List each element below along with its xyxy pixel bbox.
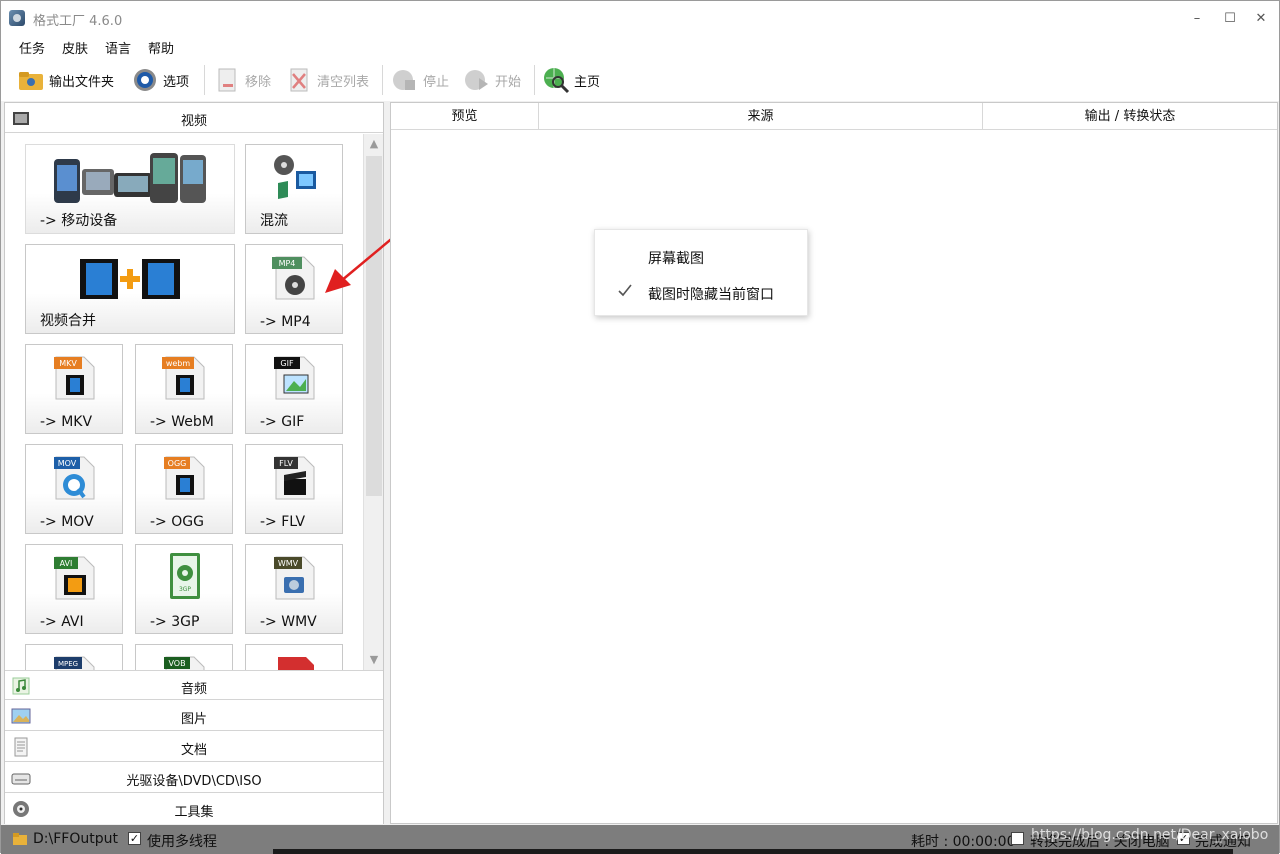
multithread-checkbox[interactable]: ✓ xyxy=(128,832,141,845)
mp4-badge: MP4 xyxy=(279,259,296,268)
tile-vob[interactable]: VOB xyxy=(135,644,233,670)
app-logo-icon xyxy=(9,10,25,26)
stop-icon xyxy=(393,70,415,90)
tile-ogg[interactable]: OGG -> OGG xyxy=(135,444,233,534)
mkv-file-icon: MKV xyxy=(54,356,95,400)
elapsed-time: 耗时 : 00:00:00 xyxy=(911,834,1016,850)
menu-language[interactable]: 语言 xyxy=(105,38,131,57)
tile-webm[interactable]: webm -> WebM xyxy=(135,344,233,434)
mkv-badge: MKV xyxy=(59,359,77,368)
task-list-panel: 预览 来源 输出 / 转换状态 xyxy=(390,102,1278,824)
globe-search-icon xyxy=(544,68,570,94)
flv-file-icon: FLV xyxy=(274,456,315,500)
output-path[interactable]: D:\FFOutput xyxy=(33,831,118,847)
stop-button[interactable]: 停止 xyxy=(391,65,449,95)
category-tools[interactable]: 工具集 xyxy=(5,794,383,824)
category-audio[interactable]: 音频 xyxy=(5,670,383,700)
start-icon xyxy=(465,70,488,90)
context-menu: 屏幕截图 截图时隐藏当前窗口 xyxy=(594,229,808,316)
flv-badge: FLV xyxy=(279,459,293,468)
webm-file-icon: webm xyxy=(162,356,205,400)
home-button[interactable]: 主页 xyxy=(542,65,600,95)
category-video[interactable]: 视频 xyxy=(5,103,383,133)
menu-bar: 任务 皮肤 语言 帮助 xyxy=(1,35,1279,59)
options-button[interactable]: 选项 xyxy=(131,65,189,95)
toolbar-separator xyxy=(534,65,535,95)
tile-video-join[interactable]: 视频合并 xyxy=(25,244,235,334)
menu-task[interactable]: 任务 xyxy=(19,38,45,57)
swf-file-icon xyxy=(278,657,314,670)
tile-mkv[interactable]: MKV -> MKV xyxy=(25,344,123,434)
scroll-down-icon[interactable]: ▼ xyxy=(365,651,383,669)
vob-file-icon: VOB xyxy=(164,656,205,670)
video-format-grid: -> 移动设备 混流 视频合并 MP4 -> MP4 MKV -> MKV we… xyxy=(5,134,363,670)
toolbar: 输出文件夹 选项 移除 清空列表 停止 开始 主页 xyxy=(1,59,1279,101)
mobile-devices-icon xyxy=(54,153,206,203)
webm-badge: webm xyxy=(166,359,191,368)
menu-help[interactable]: 帮助 xyxy=(148,38,174,57)
maximize-button[interactable]: ☐ xyxy=(1220,9,1240,29)
remove-file-icon xyxy=(218,68,236,92)
toolbar-separator xyxy=(382,65,383,95)
folder-icon xyxy=(19,72,43,90)
menu-item-screenshot[interactable]: 屏幕截图 xyxy=(595,240,807,272)
close-button[interactable]: ✕ xyxy=(1251,9,1271,29)
wmv-badge: WMV xyxy=(278,559,299,568)
gear-icon xyxy=(134,69,156,91)
category-document[interactable]: 文档 xyxy=(5,732,383,762)
taskbar-strip xyxy=(273,849,1233,854)
column-status[interactable]: 输出 / 转换状态 xyxy=(983,103,1277,130)
folder-small-icon[interactable] xyxy=(12,832,28,846)
ogg-file-icon: OGG xyxy=(164,456,205,500)
vob-badge: VOB xyxy=(168,659,185,668)
3gp-badge: 3GP xyxy=(179,586,191,593)
avi-badge: AVI xyxy=(60,559,73,568)
avi-file-icon: AVI xyxy=(54,556,95,600)
column-preview[interactable]: 预览 xyxy=(391,103,539,130)
tile-mov[interactable]: MOV -> MOV xyxy=(25,444,123,534)
tile-mpeg[interactable]: MPEG xyxy=(25,644,123,670)
3gp-file-icon: 3GP xyxy=(170,553,200,599)
toolbar-separator xyxy=(204,65,205,95)
mpeg-file-icon: MPEG xyxy=(54,656,95,670)
title-bar: 格式工厂 4.6.0 – ☐ ✕ xyxy=(1,1,1279,35)
tile-swf[interactable] xyxy=(245,644,343,670)
column-source[interactable]: 来源 xyxy=(539,103,983,130)
clear-list-icon xyxy=(290,68,308,92)
multithread-label: 使用多线程 xyxy=(147,834,217,850)
tile-gif[interactable]: GIF -> GIF xyxy=(245,344,343,434)
tile-flv[interactable]: FLV -> FLV xyxy=(245,444,343,534)
category-picture[interactable]: 图片 xyxy=(5,701,383,731)
gif-file-icon: GIF xyxy=(274,356,315,400)
tile-avi[interactable]: AVI -> AVI xyxy=(25,544,123,634)
minimize-button[interactable]: – xyxy=(1187,9,1207,29)
gif-badge: GIF xyxy=(280,359,294,368)
app-window: 格式工厂 4.6.0 – ☐ ✕ 任务 皮肤 语言 帮助 输出文件夹 选项 移除… xyxy=(0,0,1280,854)
start-button[interactable]: 开始 xyxy=(463,65,521,95)
mov-badge: MOV xyxy=(58,459,77,468)
mov-file-icon: MOV xyxy=(54,456,95,500)
checkmark-icon xyxy=(618,284,632,297)
menu-skin[interactable]: 皮肤 xyxy=(62,38,88,57)
wmv-file-icon: WMV xyxy=(274,556,315,600)
mp4-file-icon: MP4 xyxy=(272,256,315,300)
output-folder-button[interactable]: 输出文件夹 xyxy=(17,65,114,95)
tile-mobile-device[interactable]: -> 移动设备 xyxy=(25,144,235,234)
clear-list-button[interactable]: 清空列表 xyxy=(285,65,369,95)
mux-icon xyxy=(274,155,316,199)
ogg-badge: OGG xyxy=(168,459,187,468)
mpeg-badge: MPEG xyxy=(58,660,78,668)
scroll-up-icon[interactable]: ▲ xyxy=(365,135,383,153)
menu-item-hide-window[interactable]: 截图时隐藏当前窗口 xyxy=(595,276,807,308)
tile-3gp[interactable]: 3GP -> 3GP xyxy=(135,544,233,634)
category-rom-device[interactable]: 光驱设备\DVD\CD\ISO xyxy=(5,763,383,793)
window-title: 格式工厂 4.6.0 xyxy=(33,14,123,29)
after-convert-checkbox[interactable] xyxy=(1011,832,1024,845)
watermark: https://blog.csdn.net/Dear_xaiobo xyxy=(1031,827,1269,843)
remove-button[interactable]: 移除 xyxy=(213,65,271,95)
video-join-icon xyxy=(80,259,180,299)
tile-wmv[interactable]: WMV -> WMV xyxy=(245,544,343,634)
